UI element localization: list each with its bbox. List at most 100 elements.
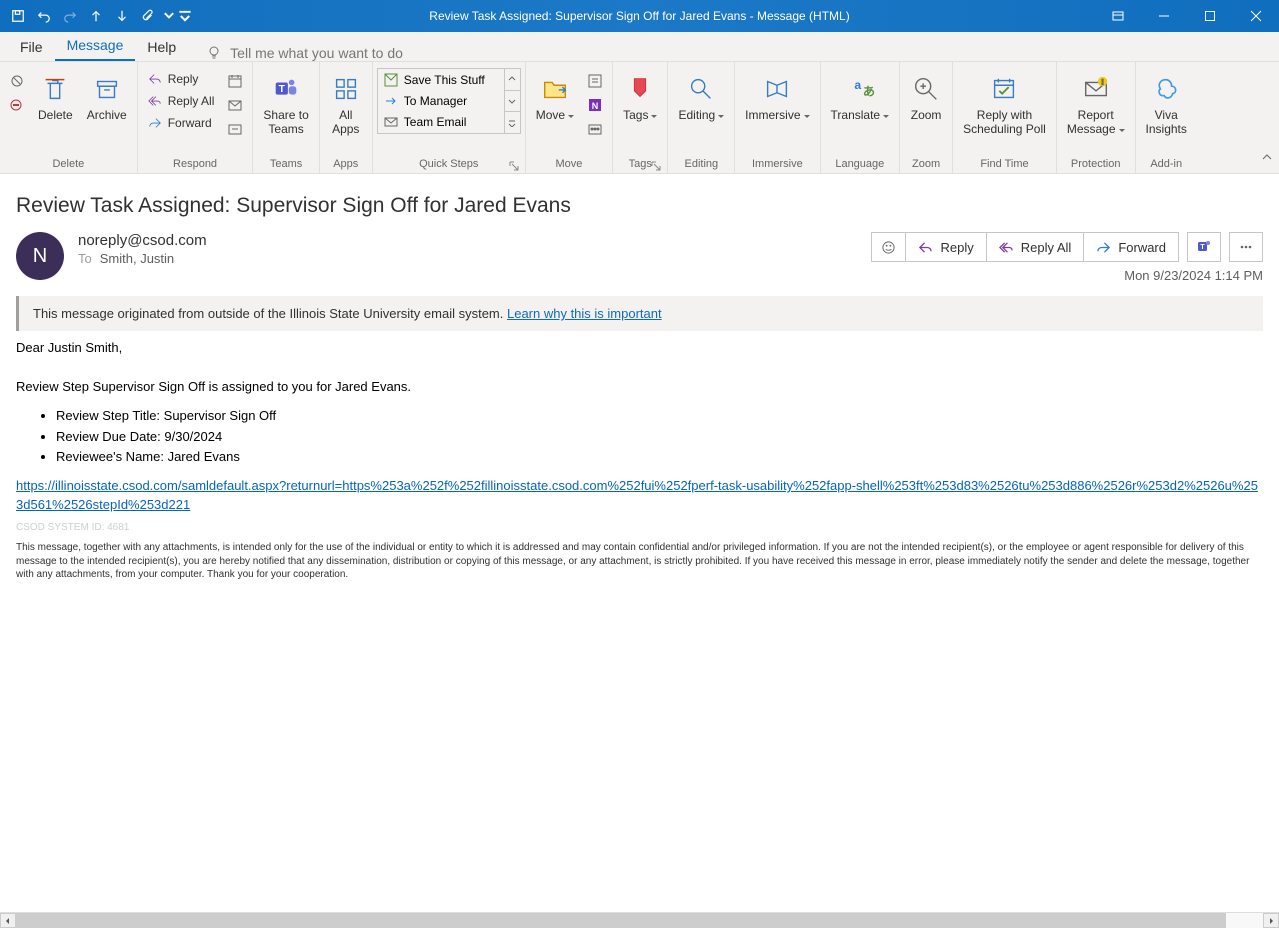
ribbon-display-icon[interactable] — [1095, 0, 1141, 32]
undo-icon[interactable] — [32, 4, 56, 28]
all-apps-button[interactable]: All Apps — [324, 68, 368, 136]
group-move: Move N Move — [526, 62, 613, 173]
qs-expand-icon[interactable] — [505, 112, 520, 133]
qs-scroll-up-icon[interactable] — [505, 69, 520, 91]
group-label-findtime: Find Time — [957, 156, 1052, 173]
body-link[interactable]: https://illinoisstate.csod.com/samldefau… — [16, 478, 1258, 512]
translate-button[interactable]: aあ Translate — [825, 68, 896, 122]
qs-dialog-launcher-icon[interactable] — [509, 158, 521, 170]
group-label-protection: Protection — [1061, 156, 1131, 173]
bullet-2: Review Due Date: 9/30/2024 — [56, 428, 1263, 447]
group-apps: All Apps Apps — [320, 62, 373, 173]
archive-label: Archive — [87, 108, 127, 122]
sched-label: Reply with Scheduling Poll — [963, 108, 1046, 136]
tags-dialog-launcher-icon[interactable] — [651, 158, 663, 170]
action-reply-all-button[interactable]: Reply All — [987, 232, 1085, 262]
scroll-track[interactable] — [16, 913, 1263, 928]
save-icon[interactable] — [6, 4, 30, 28]
move-label: Move — [536, 108, 574, 122]
forward-attachment-icon[interactable] — [222, 94, 248, 116]
rules-icon[interactable] — [582, 70, 608, 92]
junk-dropdown-icon[interactable] — [4, 94, 30, 116]
viva-insights-button[interactable]: Viva Insights — [1140, 68, 1193, 136]
group-editing: Editing Editing — [668, 62, 735, 173]
reply-button[interactable]: Reply — [142, 68, 221, 90]
scroll-right-icon[interactable] — [1263, 913, 1279, 928]
group-label-immersive: Immersive — [739, 156, 815, 173]
translate-label: Translate — [831, 108, 890, 122]
qat-dropdown-icon[interactable] — [162, 4, 176, 28]
message-body: Dear Justin Smith, Review Step Superviso… — [16, 339, 1263, 582]
qs-scrollbar — [505, 68, 521, 134]
svg-text:a: a — [854, 78, 861, 92]
share-to-teams-button[interactable]: T Share to Teams — [257, 68, 314, 136]
tags-label: Tags — [623, 108, 657, 122]
message-pane: Review Task Assigned: Supervisor Sign Of… — [0, 174, 1279, 582]
qs-team-email[interactable]: Team Email — [378, 112, 504, 133]
attachment-icon[interactable] — [136, 4, 160, 28]
reply-all-button[interactable]: Reply All — [142, 90, 221, 112]
report-message-button[interactable]: ! Report Message — [1061, 68, 1131, 136]
qs-scroll-down-icon[interactable] — [505, 91, 520, 113]
qat-customize-icon[interactable] — [178, 4, 192, 28]
qs-save-this-stuff[interactable]: Save This Stuff — [378, 69, 504, 90]
next-item-icon[interactable] — [110, 4, 134, 28]
archive-button[interactable]: Archive — [81, 68, 133, 122]
sender-avatar[interactable]: N — [16, 232, 64, 280]
immersive-button[interactable]: Immersive — [739, 68, 815, 122]
tab-message[interactable]: Message — [55, 31, 136, 61]
qs-to-manager[interactable]: To Manager — [378, 90, 504, 111]
react-button[interactable] — [871, 232, 906, 262]
tab-help[interactable]: Help — [135, 33, 188, 61]
share-teams-label: Share to Teams — [263, 108, 308, 136]
message-header: N noreply@csod.com ToSmith, Justin Reply… — [16, 232, 1263, 280]
more-respond-icon[interactable] — [222, 118, 248, 140]
to-recipient: Smith, Justin — [100, 251, 174, 266]
message-subject: Review Task Assigned: Supervisor Sign Of… — [16, 194, 1263, 218]
group-label-addin: Add-in — [1140, 156, 1193, 173]
scheduling-poll-button[interactable]: Reply with Scheduling Poll — [957, 68, 1052, 136]
window-title: Review Task Assigned: Supervisor Sign Of… — [429, 9, 849, 23]
actions-icon[interactable] — [582, 118, 608, 140]
forward-button[interactable]: Forward — [142, 112, 221, 134]
svg-text:T: T — [1200, 244, 1205, 251]
group-respond: Reply Reply All Forward Respond — [138, 62, 254, 173]
horizontal-scrollbar — [0, 912, 1279, 928]
group-label-qs: Quick Steps — [377, 156, 521, 173]
delete-button[interactable]: Delete — [32, 68, 79, 122]
body-line1: Review Step Supervisor Sign Off is assig… — [16, 378, 1263, 397]
maximize-button[interactable] — [1187, 0, 1233, 32]
group-label-respond: Respond — [142, 156, 249, 173]
scroll-left-icon[interactable] — [0, 913, 16, 928]
viva-label: Viva Insights — [1146, 108, 1187, 136]
tags-button[interactable]: Tags — [617, 68, 663, 122]
move-button[interactable]: Move — [530, 68, 580, 122]
teams-chat-icon[interactable]: T — [1187, 232, 1221, 262]
title-bar: Review Task Assigned: Supervisor Sign Of… — [0, 0, 1279, 32]
scroll-thumb[interactable] — [16, 913, 1226, 928]
svg-text:!: ! — [1101, 77, 1103, 86]
group-tags: Tags Tags — [613, 62, 668, 173]
action-forward-button[interactable]: Forward — [1084, 232, 1179, 262]
menu-bar: File Message Help Tell me what you want … — [0, 32, 1279, 62]
zoom-button[interactable]: Zoom — [904, 68, 948, 122]
minimize-button[interactable] — [1141, 0, 1187, 32]
editing-button[interactable]: Editing — [672, 68, 730, 122]
external-sender-banner: This message originated from outside of … — [16, 296, 1263, 331]
more-actions-icon[interactable] — [1229, 232, 1263, 262]
tab-file[interactable]: File — [8, 33, 55, 61]
close-button[interactable] — [1233, 0, 1279, 32]
zoom-label: Zoom — [911, 108, 942, 122]
tell-me-search[interactable]: Tell me what you want to do — [206, 45, 403, 61]
quick-access-toolbar — [0, 4, 192, 28]
meeting-reply-icon[interactable] — [222, 70, 248, 92]
ext-banner-text: This message originated from outside of … — [33, 306, 507, 321]
previous-item-icon[interactable] — [84, 4, 108, 28]
action-reply-button[interactable]: Reply — [906, 232, 986, 262]
redo-icon[interactable] — [58, 4, 82, 28]
all-apps-label: All Apps — [332, 108, 359, 136]
collapse-ribbon-icon[interactable] — [1261, 151, 1273, 169]
onenote-icon[interactable]: N — [582, 94, 608, 116]
ignore-icon[interactable] — [4, 70, 30, 92]
ext-banner-link[interactable]: Learn why this is important — [507, 306, 662, 321]
